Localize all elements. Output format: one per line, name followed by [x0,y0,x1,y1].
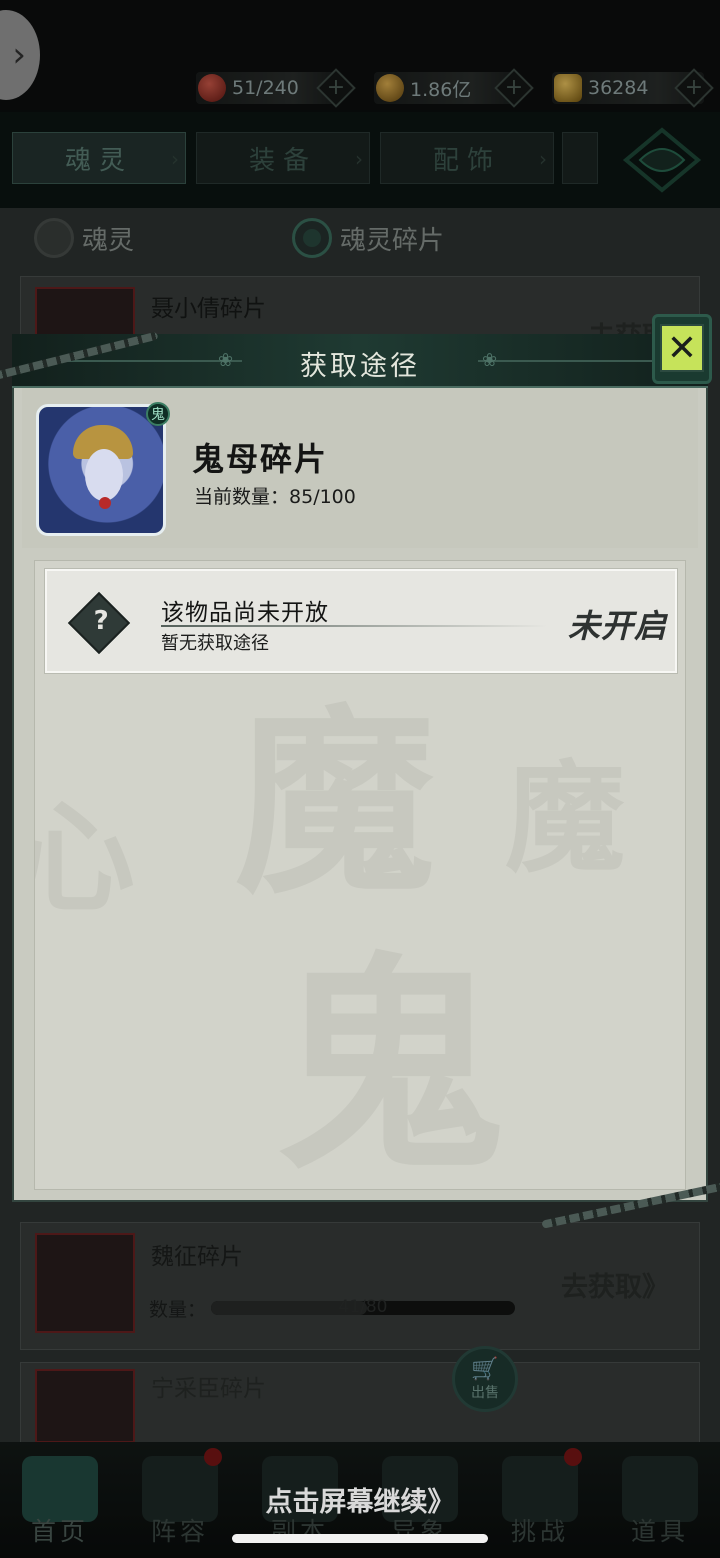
face-shape [85,449,123,501]
item-quantity: 当前数量：85/100 [194,482,356,509]
modal-title: 获取途径 [300,351,420,382]
calligraphy-watermark: 魔 [505,721,625,895]
close-icon: ✕ [660,324,704,372]
item-portrait [36,404,166,536]
source-status: 未开启 [567,607,667,645]
sources-list: 魔 鬼 心 魔 ? 该物品尚未开放 暂无获取途径 未开启 [34,560,686,1190]
item-name: 鬼母碎片 [192,440,329,478]
source-title: 该物品尚未开放 [161,600,329,626]
watermark-char: 心 [35,788,135,929]
close-button[interactable]: ✕ [648,306,716,396]
tap-to-continue[interactable]: 点击屏幕继续》 [0,1480,720,1519]
quantity-value: 85/100 [289,486,356,508]
question-icon: ? [67,591,131,655]
divider [161,625,547,627]
calligraphy-watermark: 心 [35,761,135,935]
watermark-char: 魔 [505,748,625,889]
acquisition-modal: ❀ ❀ 获取途径 ✕ 鬼 鬼母碎片 当前数量：85/100 魔 鬼 心 魔 [12,314,712,1202]
calligraphy-watermark: 鬼 [275,881,506,1190]
watermark-char: 鬼 [275,932,506,1190]
item-summary: 鬼 鬼母碎片 当前数量：85/100 [22,388,698,548]
source-subtitle: 暂无获取途径 [161,633,269,654]
source-card[interactable]: ? 该物品尚未开放 暂无获取途径 未开启 [45,569,677,673]
quantity-label: 当前数量： [194,486,290,508]
ghost-type-badge: 鬼 [146,402,170,426]
home-indicator[interactable] [232,1534,488,1543]
gem-shape [99,497,111,509]
